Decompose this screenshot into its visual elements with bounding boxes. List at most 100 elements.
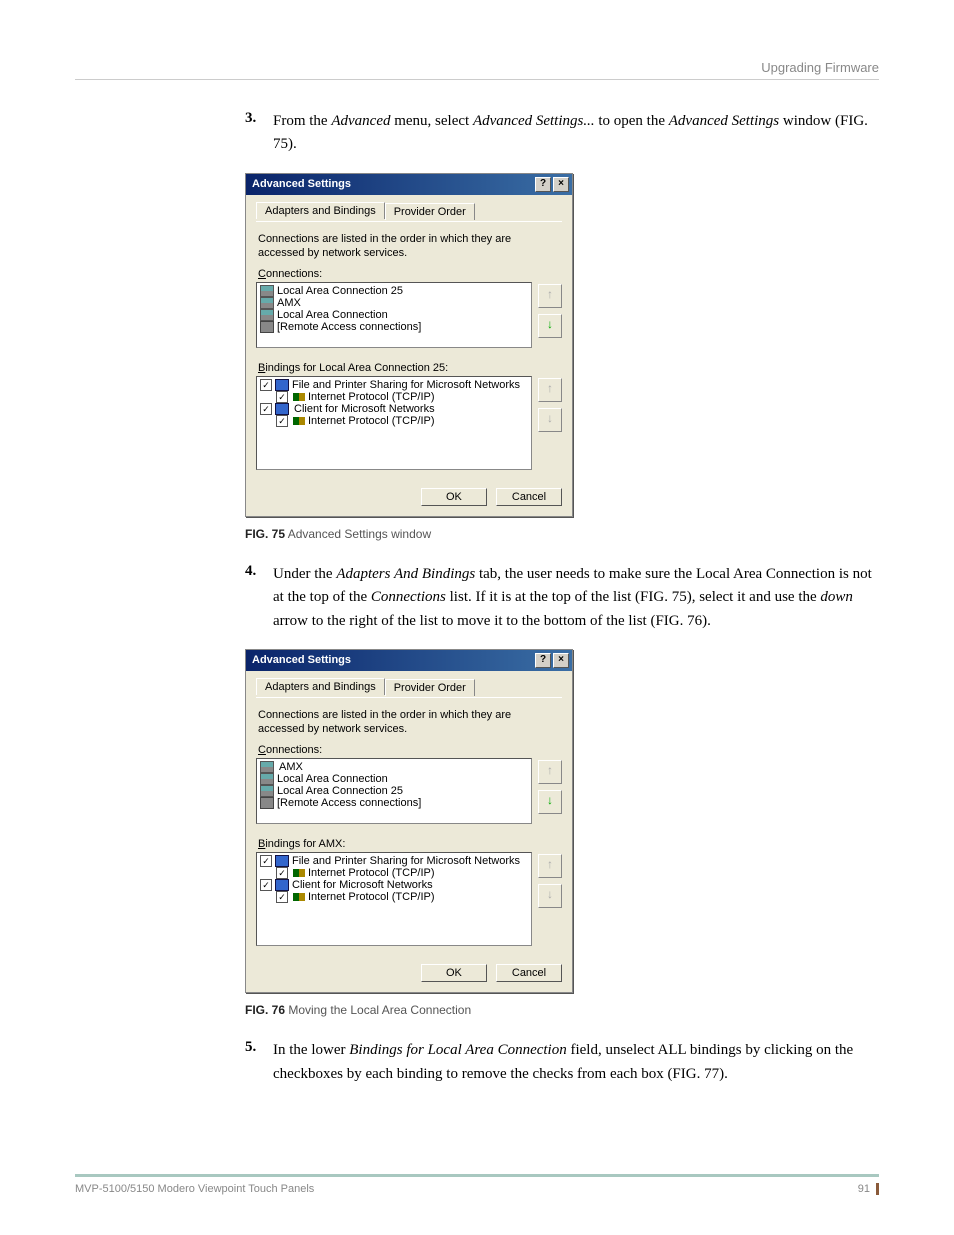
move-down-button[interactable]: ↓ xyxy=(538,314,562,338)
close-icon[interactable]: × xyxy=(553,653,569,668)
item-label: Local Area Connection xyxy=(277,773,388,785)
close-icon[interactable]: × xyxy=(553,177,569,192)
tab-provider-order[interactable]: Provider Order xyxy=(385,679,475,696)
txt: to open the xyxy=(595,113,669,129)
protocol-icon xyxy=(293,869,305,877)
ok-button[interactable]: OK xyxy=(421,964,487,982)
connections-listbox[interactable]: Local Area Connection 25 AMX Local Area … xyxy=(256,282,532,348)
modem-icon xyxy=(260,797,274,809)
move-up-button[interactable]: ↑ xyxy=(538,378,562,402)
titlebar: Advanced Settings ? × xyxy=(246,650,572,671)
nic-icon xyxy=(260,297,274,309)
bindings-label: Bindings for Local Area Connection 25:Bi… xyxy=(258,362,560,374)
description-text: Connections are listed in the order in w… xyxy=(258,232,560,261)
list-item[interactable]: Local Area Connection 25 xyxy=(260,285,528,297)
txt: In the lower xyxy=(273,1042,349,1058)
nic-icon xyxy=(260,285,274,297)
cancel-button[interactable]: Cancel xyxy=(496,964,562,982)
list-item[interactable]: ✓Internet Protocol (TCP/IP) xyxy=(260,867,528,879)
step-text: From the Advanced menu, select Advanced … xyxy=(273,110,879,157)
step-text: In the lower Bindings for Local Area Con… xyxy=(273,1039,879,1086)
list-item[interactable]: [Remote Access connections] xyxy=(260,797,528,809)
tab-adapters-bindings[interactable]: Adapters and Bindings xyxy=(256,678,385,695)
txt: From the xyxy=(273,113,331,129)
tabs: Adapters and Bindings Provider Order xyxy=(256,677,562,694)
bindings-listbox[interactable]: ✓File and Printer Sharing for Microsoft … xyxy=(256,852,532,946)
tabs: Adapters and Bindings Provider Order xyxy=(256,201,562,218)
nic-icon xyxy=(260,773,274,785)
list-item[interactable]: ✓ Client for Microsoft Networks xyxy=(260,879,528,891)
list-item[interactable]: ✓ Internet Protocol (TCP/IP) xyxy=(260,415,528,427)
checkbox-icon[interactable]: ✓ xyxy=(260,855,272,867)
txt: Under the xyxy=(273,566,336,582)
item-label: [Remote Access connections] xyxy=(277,797,421,809)
window-name: Advanced Settings xyxy=(669,113,779,129)
list-item[interactable]: ✓ File and Printer Sharing for Microsoft … xyxy=(260,379,528,391)
service-icon xyxy=(275,403,289,415)
tab-provider-order[interactable]: Provider Order xyxy=(385,203,475,220)
advanced-settings-dialog-fig76: Advanced Settings ? × Adapters and Bindi… xyxy=(245,649,573,994)
field-name: Bindings for Local Area Connection xyxy=(349,1042,567,1058)
connections-label: CConnections:onnections: xyxy=(258,268,560,280)
step-number: 4. xyxy=(245,563,273,633)
description-text: Connections are listed in the order in w… xyxy=(258,708,560,737)
item-label: File and Printer Sharing for Microsoft N… xyxy=(292,379,520,391)
item-label: AMX xyxy=(277,761,305,773)
list-item[interactable]: ✓File and Printer Sharing for Microsoft … xyxy=(260,855,528,867)
help-icon[interactable]: ? xyxy=(535,177,551,192)
connections-label: Connections:Connections: xyxy=(258,744,560,756)
checkbox-icon[interactable]: ✓ xyxy=(260,379,272,391)
list-item[interactable]: Local Area Connection xyxy=(260,773,528,785)
fig-text: Moving the Local Area Connection xyxy=(285,1003,471,1017)
bindings-label: Bindings for AMX:Bindings for AMX: xyxy=(258,838,560,850)
txt: list. If it is at the top of the list (F… xyxy=(446,589,821,605)
connections-listbox[interactable]: AMX Local Area Connection Local Area Con… xyxy=(256,758,532,824)
bindings-listbox[interactable]: ✓ File and Printer Sharing for Microsoft … xyxy=(256,376,532,470)
list-item[interactable]: AMX xyxy=(260,297,528,309)
figure-caption: FIG. 76 Moving the Local Area Connection xyxy=(245,1003,879,1017)
ok-button[interactable]: OK xyxy=(421,488,487,506)
move-down-button[interactable]: ↓ xyxy=(538,408,562,432)
tab-adapters-bindings[interactable]: Adapters and Bindings xyxy=(256,202,385,219)
list-item[interactable]: [Remote Access connections] xyxy=(260,321,528,333)
tab-name: Adapters And Bindings xyxy=(336,566,475,582)
list-item[interactable]: ✓Client for Microsoft Networks xyxy=(260,403,528,415)
checkbox-icon[interactable]: ✓ xyxy=(260,879,272,891)
txt: arrow to the right of the list to move i… xyxy=(273,613,711,629)
checkbox-icon[interactable]: ✓ xyxy=(276,891,288,903)
list-item[interactable]: ✓Internet Protocol (TCP/IP) xyxy=(260,891,528,903)
list-item[interactable]: Local Area Connection xyxy=(260,309,528,321)
step-4: 4. Under the Adapters And Bindings tab, … xyxy=(245,563,879,633)
service-icon xyxy=(275,379,289,391)
doc-title: MVP-5100/5150 Modero Viewpoint Touch Pan… xyxy=(75,1183,314,1195)
list-item[interactable]: ✓Internet Protocol (TCP/IP) xyxy=(260,391,528,403)
item-label: Client for Microsoft Networks xyxy=(292,879,433,891)
page-footer: MVP-5100/5150 Modero Viewpoint Touch Pan… xyxy=(75,1174,879,1195)
move-down-button[interactable]: ↓ xyxy=(538,884,562,908)
checkbox-icon[interactable]: ✓ xyxy=(276,391,288,403)
titlebar: Advanced Settings ? × xyxy=(246,174,572,195)
move-down-button[interactable]: ↓ xyxy=(538,790,562,814)
item-label: Internet Protocol (TCP/IP) xyxy=(308,415,435,427)
nic-icon xyxy=(260,309,274,321)
menu-item: Advanced Settings... xyxy=(473,113,595,129)
move-up-button[interactable]: ↑ xyxy=(538,760,562,784)
list-name: Connections xyxy=(371,589,446,605)
step-5: 5. In the lower Bindings for Local Area … xyxy=(245,1039,879,1086)
checkbox-icon[interactable]: ✓ xyxy=(276,867,288,879)
step-3: 3. From the Advanced menu, select Advanc… xyxy=(245,110,879,157)
content-area: 3. From the Advanced menu, select Advanc… xyxy=(75,110,879,1154)
step-number: 5. xyxy=(245,1039,273,1086)
checkbox-icon[interactable]: ✓ xyxy=(276,415,288,427)
advanced-settings-dialog-fig75: Advanced Settings ? × Adapters and Bindi… xyxy=(245,173,573,518)
cancel-button[interactable]: Cancel xyxy=(496,488,562,506)
list-item[interactable]: Local Area Connection 25 xyxy=(260,785,528,797)
help-icon[interactable]: ? xyxy=(535,653,551,668)
move-up-button[interactable]: ↑ xyxy=(538,284,562,308)
item-label: [Remote Access connections] xyxy=(277,321,421,333)
step-text: Under the Adapters And Bindings tab, the… xyxy=(273,563,879,633)
protocol-icon xyxy=(293,393,305,401)
move-up-button[interactable]: ↑ xyxy=(538,854,562,878)
list-item[interactable]: AMX xyxy=(260,761,528,773)
checkbox-icon[interactable]: ✓ xyxy=(260,403,272,415)
